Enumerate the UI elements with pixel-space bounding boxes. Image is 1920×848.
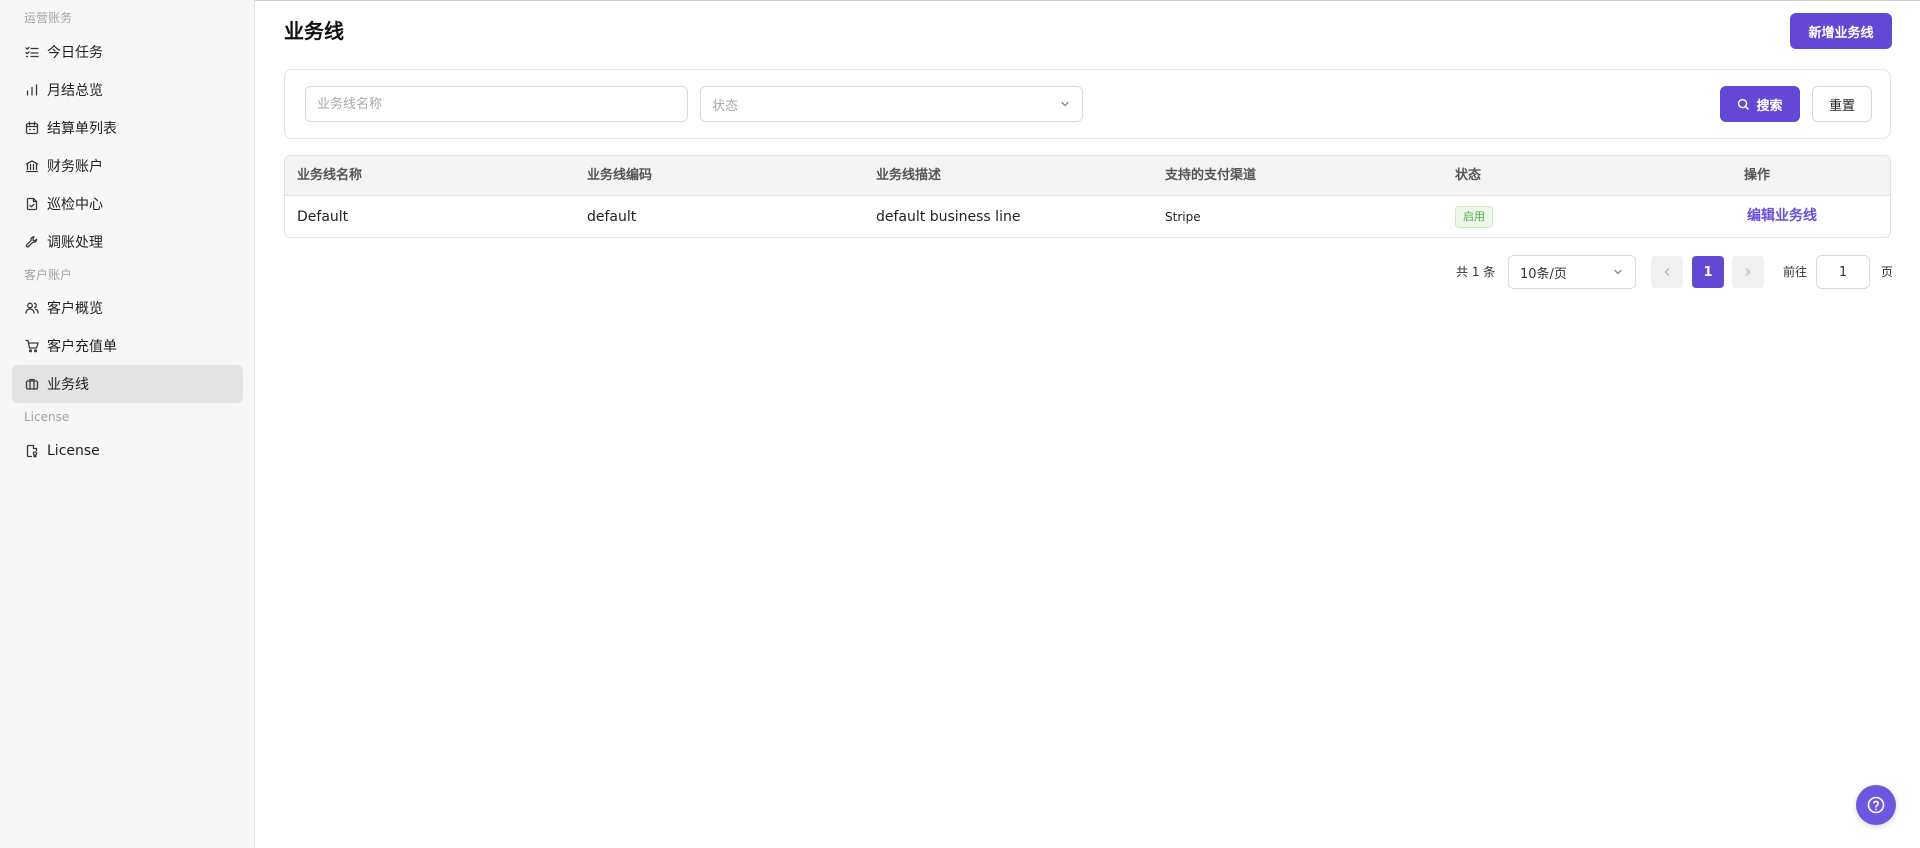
status-badge: 启用 <box>1455 206 1493 228</box>
cell-description: default business line <box>876 209 1021 225</box>
status-select[interactable]: 状态 <box>700 86 1083 122</box>
pagination-total: 共 1 条 <box>1456 265 1496 279</box>
page-size-value: 10条/页 <box>1520 266 1567 282</box>
page-unit-label: 页 <box>1881 265 1894 279</box>
sidebar-item-label: 今日任务 <box>47 45 103 61</box>
list-check-icon <box>25 45 39 59</box>
sidebar-item-label: 调账处理 <box>47 235 103 251</box>
file-check-icon <box>25 197 39 211</box>
column-header-name: 业务线名称 <box>297 168 363 183</box>
reset-button[interactable]: 重置 <box>1812 86 1872 122</box>
sidebar-item-business-lines[interactable]: 业务线 <box>12 365 243 403</box>
sidebar-item-inspection-center[interactable]: 巡检中心 <box>12 185 243 223</box>
search-button[interactable]: 搜索 <box>1720 86 1800 122</box>
users-icon <box>25 301 39 315</box>
search-icon <box>1738 98 1750 110</box>
prev-page-button[interactable] <box>1651 256 1683 288</box>
license-icon <box>25 444 39 458</box>
sidebar-item-monthly-overview[interactable]: 月结总览 <box>12 71 243 109</box>
page-size-select[interactable]: 10条/页 <box>1508 255 1636 289</box>
column-header-actions: 操作 <box>1744 168 1771 183</box>
column-header-code: 业务线编码 <box>587 168 653 183</box>
sidebar-group-license: License <box>24 410 70 424</box>
cell-name: Default <box>297 209 349 225</box>
sidebar-item-license[interactable]: License <box>12 432 243 470</box>
table-header: 业务线名称 业务线编码 业务线描述 支持的支付渠道 状态 操作 <box>285 156 1890 196</box>
page-title: 业务线 <box>284 19 344 43</box>
cell-code: default <box>587 209 637 225</box>
column-header-status: 状态 <box>1455 168 1482 183</box>
goto-page-input[interactable] <box>1816 255 1870 289</box>
page-button-current[interactable]: 1 <box>1692 256 1724 288</box>
sidebar-item-adjustments[interactable]: 调账处理 <box>12 223 243 261</box>
next-page-button[interactable] <box>1732 256 1764 288</box>
briefcase-icon <box>25 377 39 391</box>
sidebar-item-customer-overview[interactable]: 客户概览 <box>12 289 243 327</box>
help-icon <box>1867 796 1885 814</box>
sidebar-group-customer-accounts: 客户账户 <box>24 268 73 282</box>
column-header-description: 业务线描述 <box>876 168 942 183</box>
sidebar-item-settlement-list[interactable]: 结算单列表 <box>12 109 243 147</box>
business-line-name-input[interactable] <box>305 86 688 122</box>
table-row: Default default default business line St… <box>285 196 1890 237</box>
goto-label: 前往 <box>1783 265 1808 279</box>
sidebar: 运营账务 今日任务 月结总览 结算单列表 财务账户 巡检中心 调账处理 客户账户… <box>0 0 255 848</box>
sidebar-group-operations: 运营账务 <box>24 11 73 25</box>
sidebar-item-finance-accounts[interactable]: 财务账户 <box>12 147 243 185</box>
sidebar-item-label: 巡检中心 <box>47 197 103 213</box>
bank-icon <box>25 159 39 173</box>
sidebar-item-label: 客户充值单 <box>47 339 117 355</box>
sidebar-item-label: 结算单列表 <box>47 121 117 137</box>
sidebar-item-customer-recharge[interactable]: 客户充值单 <box>12 327 243 365</box>
cell-payment-channels: Stripe <box>1165 210 1201 224</box>
cart-icon <box>25 339 39 353</box>
bar-chart-icon <box>25 83 39 97</box>
window-top-border <box>0 0 1920 1</box>
sidebar-item-today-tasks[interactable]: 今日任务 <box>12 33 243 71</box>
chevron-left-icon <box>1664 268 1670 276</box>
business-lines-table: 业务线名称 业务线编码 业务线描述 支持的支付渠道 状态 操作 Default … <box>284 155 1891 238</box>
filter-panel: 状态 搜索 重置 <box>284 69 1891 139</box>
add-business-line-button[interactable]: 新增业务线 <box>1790 13 1892 49</box>
column-header-payment-channels: 支持的支付渠道 <box>1165 168 1257 183</box>
chevron-right-icon <box>1745 268 1751 276</box>
chevron-down-icon <box>1059 98 1071 110</box>
chevron-down-icon <box>1612 266 1624 278</box>
wrench-icon <box>25 235 39 249</box>
sidebar-item-label: 财务账户 <box>47 159 103 175</box>
sidebar-item-label: License <box>47 443 100 459</box>
edit-business-line-link[interactable]: 编辑业务线 <box>1747 196 1817 236</box>
status-select-placeholder: 状态 <box>712 98 739 114</box>
sidebar-item-label: 客户概览 <box>47 301 103 317</box>
sidebar-item-label: 月结总览 <box>47 83 103 99</box>
search-button-label: 搜索 <box>1756 98 1783 114</box>
sidebar-item-label: 业务线 <box>47 377 89 393</box>
calendar-icon <box>25 121 39 135</box>
help-button[interactable] <box>1856 785 1896 825</box>
